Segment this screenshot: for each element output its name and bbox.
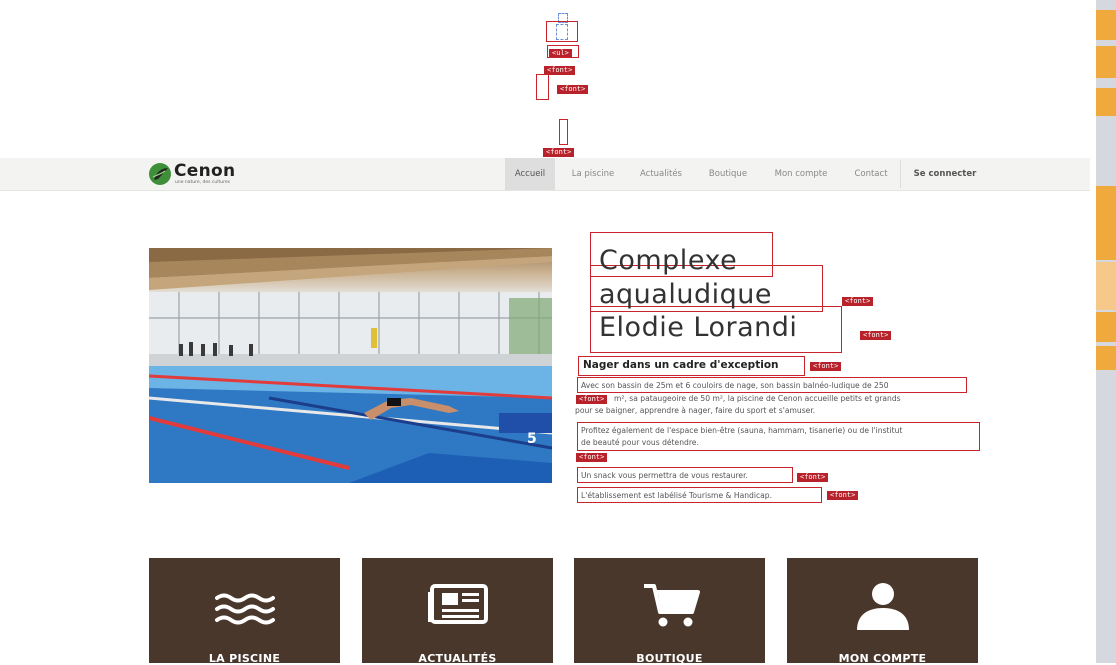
card-label: BOUTIQUE bbox=[636, 652, 703, 665]
debug-tag-font: <font> bbox=[797, 473, 829, 482]
site-logo[interactable]: Cenon une nature, des cultures bbox=[148, 160, 258, 188]
hero-paragraph-line: m², sa pataugeoire de 50 m², la piscine … bbox=[614, 394, 901, 403]
waves-icon bbox=[215, 593, 275, 625]
scrollbar-marker bbox=[1096, 312, 1116, 342]
hero-paragraph-line: L'établissement est labélisé Tourisme & … bbox=[581, 491, 773, 500]
card-label: LA PISCINE bbox=[208, 652, 281, 665]
card-boutique[interactable]: BOUTIQUE bbox=[574, 558, 765, 665]
nav-item-mon-compte[interactable]: Mon compte bbox=[764, 158, 838, 190]
debug-dashed-box-inner bbox=[556, 24, 568, 40]
pool-illustration: 5 bbox=[149, 248, 552, 483]
nav-item-contact[interactable]: Contact bbox=[844, 158, 898, 190]
user-icon bbox=[857, 583, 909, 630]
card-la-piscine[interactable]: LA PISCINE bbox=[149, 558, 340, 665]
hero-paragraph-line: pour se baigner, apprendre à nager, fair… bbox=[575, 406, 816, 415]
debug-tag-font: <font> bbox=[557, 85, 589, 94]
hero-subtitle: Nager dans un cadre d'exception bbox=[583, 359, 779, 371]
scrollbar-marker bbox=[1096, 186, 1116, 260]
leaf-logo-icon bbox=[149, 163, 171, 185]
nav-item-actualites[interactable]: Actualités bbox=[630, 158, 692, 190]
debug-outline-font bbox=[559, 119, 568, 145]
scrollbar-marker bbox=[1096, 46, 1116, 78]
scrollbar-marker bbox=[1096, 262, 1116, 310]
login-link[interactable]: Se connecter bbox=[905, 158, 985, 190]
cart-icon bbox=[644, 584, 700, 627]
card-mon-compte[interactable]: MON COMPTE bbox=[787, 558, 978, 665]
debug-tag-font: <font> bbox=[543, 148, 575, 157]
hero-paragraph-line: de beauté pour vous détendre. bbox=[581, 438, 699, 447]
brand-name: Cenon bbox=[174, 161, 236, 181]
scrollbar-marker bbox=[1096, 346, 1116, 370]
brand-tagline: une nature, des cultures bbox=[175, 180, 230, 185]
card-actualites[interactable]: ACTUALITÉS bbox=[362, 558, 553, 665]
hero-title-line: Elodie Lorandi bbox=[599, 312, 798, 343]
debug-outline-font bbox=[536, 74, 549, 100]
debug-outline-list bbox=[547, 45, 579, 58]
nav-item-boutique[interactable]: Boutique bbox=[698, 158, 758, 190]
debug-tag-font: <font> bbox=[576, 453, 608, 462]
hero-paragraph-line: Profitez également de l'espace bien-être… bbox=[581, 426, 903, 435]
debug-tag-font: <font> bbox=[842, 297, 874, 306]
newspaper-icon bbox=[428, 584, 488, 624]
pool-photo: 5 bbox=[149, 248, 552, 483]
scrollbar-marker bbox=[1096, 10, 1116, 40]
scrollbar-marker bbox=[1096, 88, 1116, 116]
svg-text:5: 5 bbox=[527, 431, 537, 447]
nav-divider bbox=[900, 160, 901, 188]
debug-tag-font: <font> bbox=[810, 362, 842, 371]
hero-title-line: aqualudique bbox=[599, 279, 772, 310]
nav-item-la-piscine[interactable]: La piscine bbox=[562, 158, 624, 190]
card-label: MON COMPTE bbox=[838, 652, 927, 665]
nav-item-accueil[interactable]: Accueil bbox=[505, 158, 555, 190]
hero-paragraph-line: Un snack vous permettra de vous restaure… bbox=[581, 471, 748, 480]
debug-tag-font: <font> bbox=[860, 331, 892, 340]
debug-tag-font: <font> bbox=[827, 491, 859, 500]
hero-paragraph-line: Avec son bassin de 25m et 6 couloirs de … bbox=[581, 381, 889, 390]
debug-tag-font: <font> bbox=[576, 395, 608, 404]
card-label: ACTUALITÉS bbox=[418, 652, 497, 665]
hero-title-line: Complexe bbox=[599, 245, 738, 276]
